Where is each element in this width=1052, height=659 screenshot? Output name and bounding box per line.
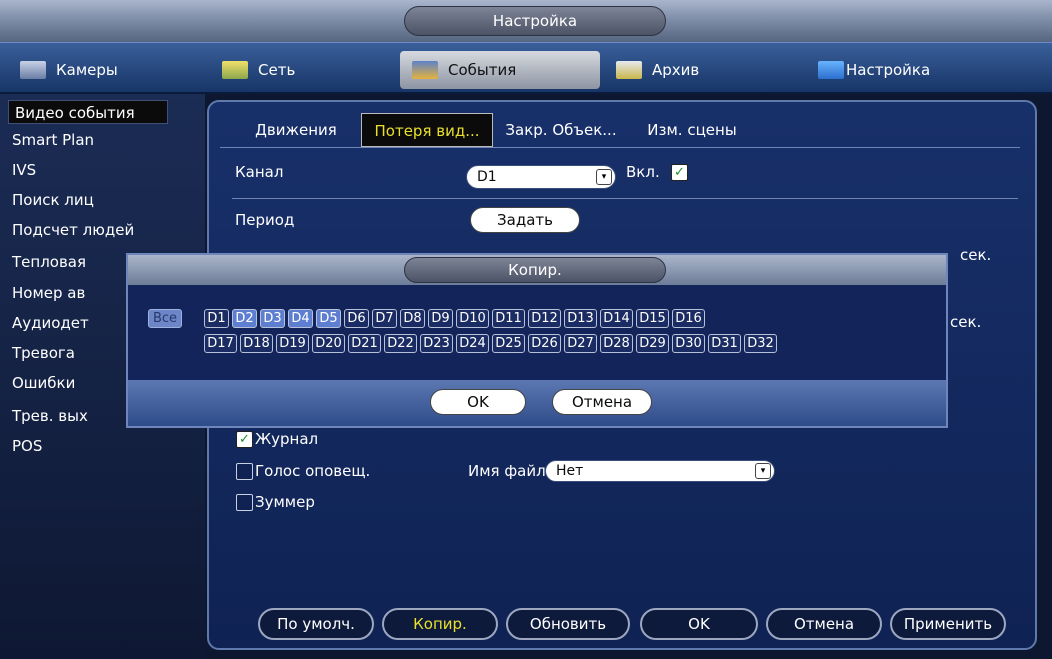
main-tab-bar: Камеры Сеть События Архив Настройка — [0, 42, 1052, 94]
enable-checkbox[interactable]: ✓ — [671, 164, 688, 181]
channel-select[interactable]: D1 — [466, 165, 616, 189]
window-title: Настройка — [404, 6, 666, 36]
apply-button[interactable]: Применить — [890, 608, 1006, 640]
channel-chip-d24[interactable]: D24 — [456, 334, 489, 353]
channel-chip-d11[interactable]: D11 — [492, 309, 525, 328]
channel-chip-d25[interactable]: D25 — [492, 334, 525, 353]
channel-chip-d20[interactable]: D20 — [312, 334, 345, 353]
channel-chip-d17[interactable]: D17 — [204, 334, 237, 353]
channel-chip-d18[interactable]: D18 — [240, 334, 273, 353]
file-name-value: Нет — [556, 463, 584, 479]
channel-chip-d6[interactable]: D6 — [344, 309, 369, 328]
menu-item-video-events[interactable]: Видео события — [8, 100, 168, 124]
channel-value: D1 — [477, 169, 497, 185]
camera-icon — [20, 61, 46, 79]
default-button[interactable]: По умолч. — [258, 608, 374, 640]
sec-label-1: сек. — [960, 246, 992, 264]
tab-divider — [220, 147, 1020, 148]
channel-chip-d10[interactable]: D10 — [456, 309, 489, 328]
channel-chip-d1[interactable]: D1 — [204, 309, 229, 328]
channel-chip-d29[interactable]: D29 — [636, 334, 669, 353]
channel-chip-d14[interactable]: D14 — [600, 309, 633, 328]
channel-chip-d8[interactable]: D8 — [400, 309, 425, 328]
voice-checkbox[interactable] — [236, 463, 253, 480]
buzzer-label: Зуммер — [255, 493, 315, 511]
tab-network[interactable]: Сеть — [210, 51, 390, 89]
tab-archive[interactable]: Архив — [604, 51, 804, 89]
buzzer-checkbox[interactable] — [236, 494, 253, 511]
channel-chip-d3[interactable]: D3 — [260, 309, 285, 328]
menu-item-pos[interactable]: POS — [12, 434, 202, 458]
ok-button[interactable]: OK — [640, 608, 758, 640]
copy-dialog: Копир. Все D1 D2 D3 D4 D5 D6 D7 D8 D9 D10 D11 D12 D1… — [126, 253, 948, 428]
channel-chip-d23[interactable]: D23 — [420, 334, 453, 353]
chevron-down-icon[interactable]: ▾ — [755, 463, 771, 479]
channel-chip-d19[interactable]: D19 — [276, 334, 309, 353]
dialog-footer: OK Отмена — [128, 380, 946, 426]
subtab-scene-change[interactable]: Изм. сцены — [630, 113, 754, 147]
title-bar: Настройка — [0, 0, 1052, 42]
subtab-tampering[interactable]: Закр. Объек... — [497, 113, 625, 147]
channel-chip-d30[interactable]: D30 — [672, 334, 705, 353]
voice-label: Голос оповещ. — [255, 462, 371, 480]
settings-icon — [818, 61, 844, 79]
channel-chip-d15[interactable]: D15 — [636, 309, 669, 328]
tab-cameras[interactable]: Камеры — [8, 51, 198, 89]
channel-chip-d22[interactable]: D22 — [384, 334, 417, 353]
network-icon — [222, 61, 248, 79]
menu-item-smart-plan[interactable]: Smart Plan — [12, 128, 202, 152]
file-name-label: Имя файла — [468, 462, 555, 480]
refresh-button[interactable]: Обновить — [506, 608, 630, 640]
log-label: Журнал — [255, 430, 319, 448]
channel-chip-d32[interactable]: D32 — [744, 334, 777, 353]
subtab-video-loss[interactable]: Потеря вид... — [361, 113, 493, 147]
file-name-select[interactable]: Нет — [545, 460, 775, 482]
channel-chip-d27[interactable]: D27 — [564, 334, 597, 353]
chevron-down-icon[interactable]: ▾ — [596, 169, 612, 185]
dialog-title: Копир. — [404, 257, 666, 283]
dialog-cancel-button[interactable]: Отмена — [552, 389, 652, 415]
dialog-header: Копир. — [128, 255, 946, 285]
tab-events[interactable]: События — [400, 51, 600, 89]
select-all-chip[interactable]: Все — [148, 309, 182, 328]
channel-chip-d16[interactable]: D16 — [672, 309, 705, 328]
channel-chip-d13[interactable]: D13 — [564, 309, 597, 328]
channel-chip-d2[interactable]: D2 — [232, 309, 257, 328]
channel-chip-d12[interactable]: D12 — [528, 309, 561, 328]
channel-chip-d5[interactable]: D5 — [316, 309, 341, 328]
subtab-motion[interactable]: Движения — [233, 113, 359, 147]
tab-settings[interactable]: Настройка — [806, 51, 1006, 89]
sec-label-2: сек. — [950, 313, 982, 331]
menu-item-ivs[interactable]: IVS — [12, 158, 202, 182]
channel-chip-d28[interactable]: D28 — [600, 334, 633, 353]
log-checkbox[interactable]: ✓ — [236, 431, 253, 448]
channel-label: Канал — [235, 163, 284, 181]
enable-label: Вкл. — [626, 163, 660, 181]
menu-item-face-search[interactable]: Поиск лиц — [12, 188, 202, 212]
events-icon — [412, 61, 438, 79]
channel-chip-d21[interactable]: D21 — [348, 334, 381, 353]
menu-item-people-count[interactable]: Подсчет людей — [12, 218, 202, 242]
channel-chip-d31[interactable]: D31 — [708, 334, 741, 353]
channel-chip-d26[interactable]: D26 — [528, 334, 561, 353]
channel-chip-d4[interactable]: D4 — [288, 309, 313, 328]
section-divider — [232, 198, 1018, 199]
dialog-ok-button[interactable]: OK — [430, 389, 526, 415]
period-set-button[interactable]: Задать — [470, 207, 580, 233]
archive-icon — [616, 61, 642, 79]
channel-chip-d9[interactable]: D9 — [428, 309, 453, 328]
channel-chip-d7[interactable]: D7 — [372, 309, 397, 328]
period-label: Период — [235, 211, 295, 229]
cancel-button[interactable]: Отмена — [766, 608, 882, 640]
copy-button[interactable]: Копир. — [382, 608, 498, 640]
dialog-body: Все D1 D2 D3 D4 D5 D6 D7 D8 D9 D10 D11 D12 D13 D14 D15… — [128, 285, 946, 380]
